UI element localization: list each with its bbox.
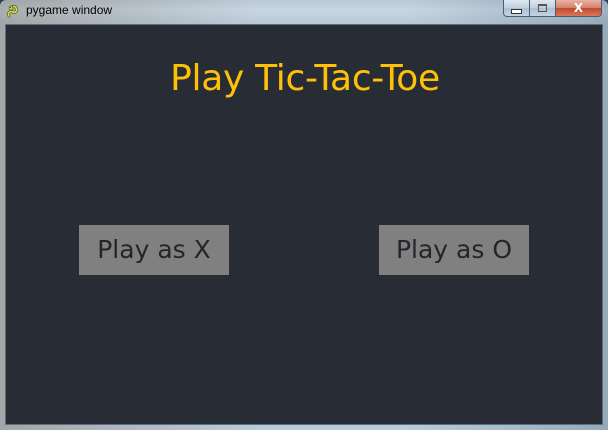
play-as-x-button[interactable]: Play as X — [79, 225, 229, 275]
caption-buttons: X — [503, 0, 602, 18]
maximize-icon — [538, 4, 547, 12]
play-as-o-button[interactable]: Play as O — [379, 225, 529, 275]
window-title: pygame window — [26, 3, 113, 17]
minimize-button[interactable] — [503, 0, 530, 17]
close-button[interactable]: X — [556, 0, 602, 17]
maximize-button[interactable] — [530, 0, 556, 17]
pygame-snake-icon — [6, 3, 21, 19]
minimize-icon — [511, 8, 522, 14]
game-title: Play Tic-Tac-Toe — [170, 58, 440, 99]
close-icon: X — [573, 1, 584, 15]
pygame-window: pygame window X Play Tic-Tac-Toe Play as… — [0, 0, 608, 430]
title-bar[interactable]: pygame window X — [0, 0, 608, 23]
game-canvas: Play Tic-Tac-Toe Play as X Play as O — [5, 24, 603, 425]
